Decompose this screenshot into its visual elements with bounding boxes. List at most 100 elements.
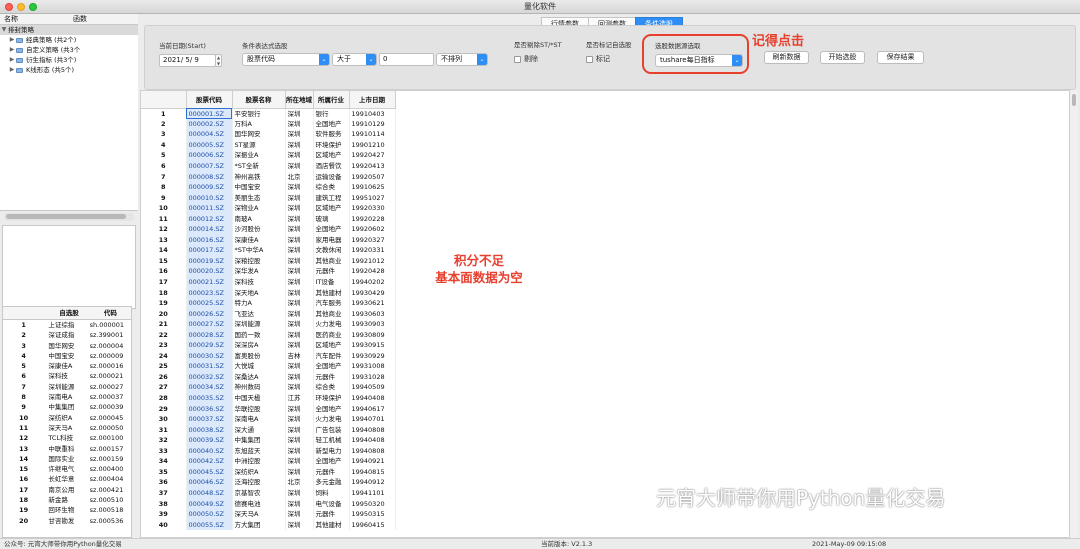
table-row[interactable]: 13 000016.SZ 深康佳A 深圳 家用电器 19920327 bbox=[141, 234, 396, 246]
watchlist-row[interactable]: 9 中集集团 sz.000039 bbox=[3, 402, 131, 412]
table-row[interactable]: 40 000055.SZ 方大集团 深圳 其他建材 19960415 bbox=[141, 519, 396, 530]
table-row[interactable]: 24 000030.SZ 富奥股份 吉林 汽车配件 19930929 bbox=[141, 350, 396, 362]
watchlist-row[interactable]: 17 南京公用 sz.000421 bbox=[3, 485, 131, 495]
mark-checkbox[interactable]: 标记 bbox=[586, 54, 610, 64]
table-row[interactable]: 23 000029.SZ 深深房A 深圳 区域地产 19930915 bbox=[141, 340, 396, 351]
col-region-header[interactable]: 所在地域 bbox=[285, 91, 314, 109]
watchlist-row[interactable]: 8 深南电A sz.000037 bbox=[3, 392, 131, 402]
tree-item-classic[interactable]: ▶ 经典策略 (共2个) bbox=[0, 35, 138, 45]
table-row[interactable]: 15 000019.SZ 深粮控股 深圳 其他商业 19921012 bbox=[141, 255, 396, 267]
table-row[interactable]: 26 000032.SZ 深桑达A 深圳 元器件 19931028 bbox=[141, 371, 396, 383]
tree-item-kline[interactable]: ▶ K线形态 (共5个) bbox=[0, 65, 138, 75]
date-stepper[interactable]: ▲ ▼ bbox=[215, 54, 222, 67]
scrollbar-thumb[interactable] bbox=[6, 214, 126, 219]
table-row[interactable]: 27 000034.SZ 神州数码 深圳 综合类 19940509 bbox=[141, 382, 396, 393]
table-row[interactable]: 7 000008.SZ 神州高铁 北京 运输设备 19920507 bbox=[141, 171, 396, 182]
watchlist-row[interactable]: 18 新金路 sz.000510 bbox=[3, 495, 131, 505]
watchlist-row[interactable]: 19 回环生物 sz.000518 bbox=[3, 505, 131, 515]
watchlist-row[interactable]: 10 深纺织A sz.000045 bbox=[3, 413, 131, 423]
table-row[interactable]: 8 000009.SZ 中国宝安 深圳 综合类 19910625 bbox=[141, 181, 396, 193]
results-table[interactable]: 股票代码 股票名称 所在地域 所属行业 上市日期 1 000001.SZ 平安银行深… bbox=[140, 90, 1070, 538]
table-row[interactable]: 38 000049.SZ 德赛电池 深圳 电气设备 19950320 bbox=[141, 498, 396, 509]
table-row[interactable]: 12 000014.SZ 沙河股份 深圳 全国地产 19920602 bbox=[141, 224, 396, 235]
table-row[interactable]: 22 000028.SZ 国药一致 深圳 医药商业 19930809 bbox=[141, 329, 396, 341]
st-filter-checkbox[interactable]: 剔除 bbox=[514, 54, 538, 64]
watchlist-row[interactable]: 14 国际实业 sz.000159 bbox=[3, 454, 131, 464]
collapse-arrow-icon[interactable]: ▶ bbox=[8, 35, 16, 45]
watchlist-row[interactable]: 7 深圳能源 sz.000027 bbox=[3, 382, 131, 392]
highlight-circle bbox=[642, 34, 749, 74]
table-row[interactable]: 9 000010.SZ 美丽生态 深圳 建筑工程 19951027 bbox=[141, 192, 396, 203]
table-row[interactable]: 32 000039.SZ 中集集团 深圳 轻工机械 19940408 bbox=[141, 434, 396, 446]
minimize-window-button[interactable] bbox=[17, 3, 25, 11]
expr-field-select[interactable]: 股票代码 ⌄ bbox=[242, 53, 330, 66]
strategy-tree[interactable]: ▼ 排封策略 ▶ 经典策略 (共2个) ▶ 自定义策略 (共3个 ▶ 衍生指标 … bbox=[0, 25, 138, 211]
table-row[interactable]: 2 000002.SZ 万科A 深圳 全国地产 19910129 bbox=[141, 118, 396, 130]
watchlist-row[interactable]: 3 国华网安 sz.000004 bbox=[3, 341, 131, 351]
save-results-button[interactable]: 保存结果 bbox=[877, 51, 924, 64]
threshold-input[interactable]: 0 bbox=[379, 53, 434, 66]
tree-item-custom[interactable]: ▶ 自定义策略 (共3个 bbox=[0, 45, 138, 55]
watchlist-row[interactable]: 13 中联重科 sz.000157 bbox=[3, 444, 131, 454]
table-row[interactable]: 28 000035.SZ 中国天楹 江苏 环境保护 19940408 bbox=[141, 392, 396, 404]
table-row[interactable]: 36 000046.SZ 泛海控股 北京 多元金融 19940912 bbox=[141, 477, 396, 488]
table-row[interactable]: 35 000045.SZ 深纺织A 深圳 元器件 19940815 bbox=[141, 466, 396, 478]
col-name-header[interactable]: 股票名称 bbox=[232, 91, 286, 109]
table-row[interactable]: 6 000007.SZ *ST全新 深圳 酒店餐饮 19920413 bbox=[141, 160, 396, 172]
zoom-window-button[interactable] bbox=[29, 3, 37, 11]
table-row[interactable]: 33 000040.SZ 东旭蓝天 深圳 新型电力 19940808 bbox=[141, 445, 396, 457]
watchlist-row[interactable]: 20 甘咨勘发 sz.000536 bbox=[3, 516, 131, 526]
watchlist-row[interactable]: 6 深科技 sz.000021 bbox=[3, 371, 131, 381]
watchlist-row[interactable]: 4 中国宝安 sz.000009 bbox=[3, 351, 131, 361]
collapse-arrow-icon[interactable]: ▶ bbox=[8, 55, 16, 65]
stock-table[interactable]: 股票代码 股票名称 所在地域 所属行业 上市日期 1 000001.SZ 平安银行深… bbox=[141, 91, 396, 530]
tree-item-root[interactable]: ▼ 排封策略 bbox=[0, 25, 138, 35]
table-row[interactable]: 19 000025.SZ 特力A 深圳 汽车服务 19930621 bbox=[141, 297, 396, 309]
table-row[interactable]: 14 000017.SZ *ST中华A 深圳 文教休闲 19920331 bbox=[141, 245, 396, 256]
collapse-arrow-icon[interactable]: ▶ bbox=[8, 45, 16, 55]
table-row[interactable]: 10 000011.SZ 深物业A 深圳 区域地产 19920330 bbox=[141, 202, 396, 214]
col-industry-header[interactable]: 所属行业 bbox=[313, 91, 350, 109]
table-row[interactable]: 16 000020.SZ 深华发A 深圳 元器件 19920428 bbox=[141, 266, 396, 277]
table-row[interactable]: 37 000048.SZ 京基智农 深圳 饲料 19941101 bbox=[141, 487, 396, 499]
tree-item-derived[interactable]: ▶ 衍生指标 (共3个) bbox=[0, 55, 138, 65]
table-row[interactable]: 39 000050.SZ 深天马A 深圳 元器件 19950315 bbox=[141, 508, 396, 520]
table-row[interactable]: 21 000027.SZ 深圳能源 深圳 火力发电 19930903 bbox=[141, 318, 396, 330]
table-vertical-scrollbar[interactable] bbox=[1070, 90, 1078, 538]
folder-icon bbox=[16, 57, 23, 63]
table-row[interactable]: 29 000036.SZ 华联控股 深圳 全国地产 19940617 bbox=[141, 403, 396, 414]
table-row[interactable]: 1 000001.SZ 平安银行 深圳 银行 19910403 bbox=[141, 108, 396, 119]
sort-select[interactable]: 不排列 ⌄ bbox=[436, 53, 488, 66]
watchlist-row[interactable]: 16 长虹华意 sz.000404 bbox=[3, 474, 131, 484]
scrollbar-thumb[interactable] bbox=[1072, 94, 1076, 106]
watchlist-row[interactable]: 15 许继电气 sz.000400 bbox=[3, 464, 131, 474]
table-row[interactable]: 11 000012.SZ 南玻A 深圳 玻璃 19920228 bbox=[141, 213, 396, 225]
table-row[interactable]: 5 000006.SZ 深振业A 深圳 区域地产 19920427 bbox=[141, 150, 396, 161]
operator-select[interactable]: 大于 ⌄ bbox=[332, 53, 377, 66]
refresh-data-button[interactable]: 刷新数据 bbox=[764, 51, 809, 64]
table-row[interactable]: 18 000023.SZ 深天地A 深圳 其他建材 19930429 bbox=[141, 287, 396, 298]
table-row[interactable]: 25 000031.SZ 大悦城 深圳 全国地产 19931008 bbox=[141, 361, 396, 372]
expand-arrow-icon[interactable]: ▼ bbox=[0, 25, 8, 35]
table-row[interactable]: 4 000005.SZ ST星源 深圳 环境保护 19901210 bbox=[141, 139, 396, 151]
watchlist-row[interactable]: 11 深天马A sz.000050 bbox=[3, 423, 131, 433]
watchlist-row[interactable]: 5 深康佳A sz.000016 bbox=[3, 361, 131, 371]
watermark-text: 元宵大师带你用Python量化交易 bbox=[656, 486, 946, 510]
table-row[interactable]: 30 000037.SZ 深南电A 深圳 火力发电 19940701 bbox=[141, 413, 396, 425]
date-input[interactable]: 2021/ 5/ 9 bbox=[159, 54, 216, 67]
collapse-arrow-icon[interactable]: ▶ bbox=[8, 65, 16, 75]
watchlist-row[interactable]: 12 TCL科技 sz.000100 bbox=[3, 433, 131, 443]
table-row[interactable]: 20 000026.SZ 飞亚达 深圳 其他商业 19930603 bbox=[141, 308, 396, 319]
col-listdate-header[interactable]: 上市日期 bbox=[349, 91, 396, 109]
table-row[interactable]: 31 000038.SZ 深大通 深圳 广告包装 19940808 bbox=[141, 424, 396, 435]
table-row[interactable]: 34 000042.SZ 中洲控股 深圳 全国地产 19940921 bbox=[141, 456, 396, 467]
watchlist-row[interactable]: 1 上证综指 sh.000001 bbox=[3, 320, 131, 330]
table-row[interactable]: 17 000021.SZ 深科技 深圳 IT设备 19940202 bbox=[141, 276, 396, 288]
table-row[interactable]: 3 000004.SZ 国华网安 深圳 软件服务 19910114 bbox=[141, 129, 396, 140]
start-select-button[interactable]: 开始选股 bbox=[820, 51, 865, 64]
col-code-header[interactable]: 股票代码 bbox=[186, 91, 233, 109]
tree-horizontal-scrollbar[interactable] bbox=[4, 213, 134, 221]
watchlist-row[interactable]: 2 深证成指 sz.399001 bbox=[3, 330, 131, 340]
watchlist-table[interactable]: 自选股 代码 1 上证综指 sh.000001 2 深证成指 sz.399001 3 国华网安… bbox=[2, 306, 132, 538]
close-window-button[interactable] bbox=[5, 3, 13, 11]
